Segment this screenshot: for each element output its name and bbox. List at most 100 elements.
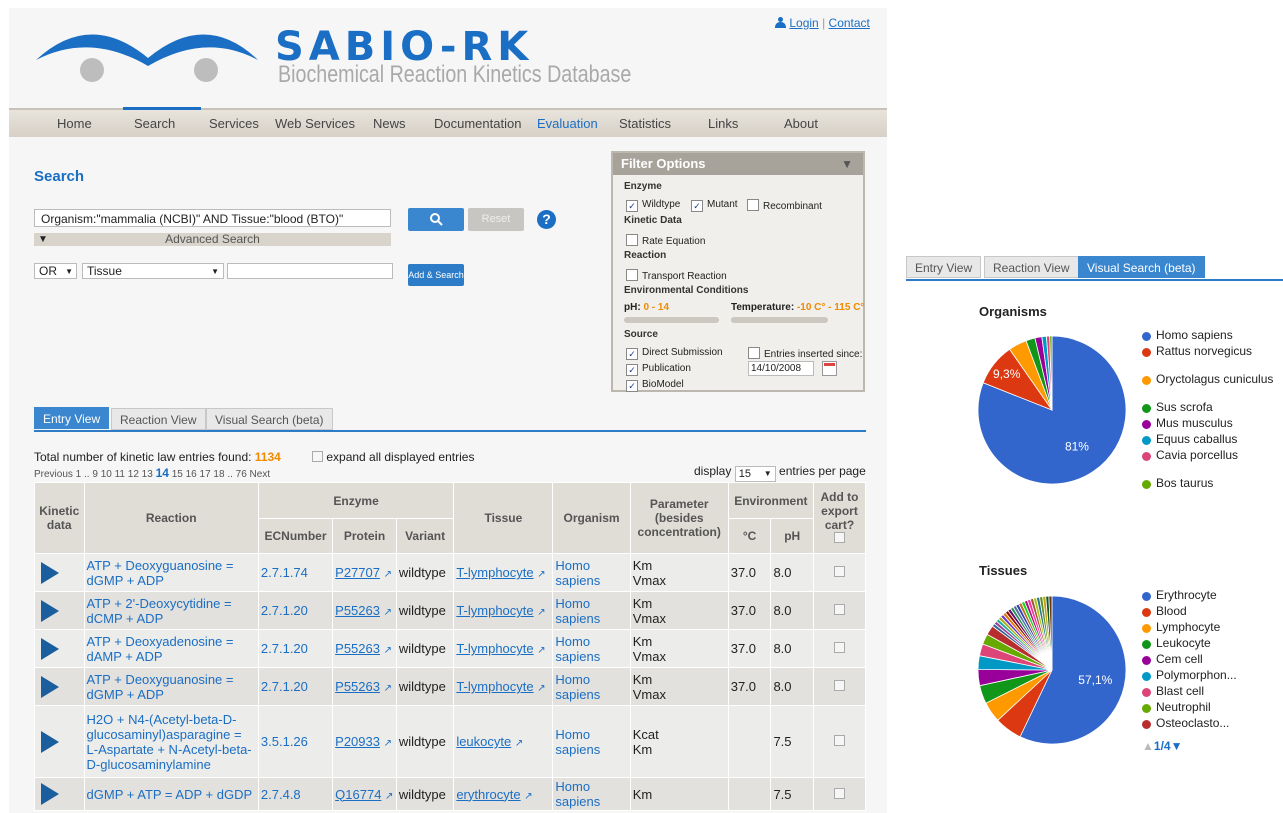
add-search-button[interactable]: Add & Search [408, 264, 464, 286]
legend-item[interactable]: Homo sapiens [1156, 329, 1281, 342]
legend-item[interactable]: Mus musculus [1156, 417, 1281, 430]
page-size-select[interactable]: 15 ▼ [734, 466, 776, 482]
kinetic-cell[interactable] [34, 591, 85, 630]
legend-pager[interactable]: ▲1/4▼ [1142, 739, 1182, 753]
login-link[interactable]: Login [789, 16, 818, 30]
mutant-checkbox[interactable]: ✓ Mutant [691, 199, 738, 212]
pagination-after[interactable]: 15 16 17 18 .. 76 Next [172, 469, 270, 480]
ecnumber-cell[interactable]: 2.7.1.20 [257, 591, 334, 630]
protein-link[interactable]: Q16774 [335, 787, 381, 802]
play-icon[interactable] [41, 637, 59, 660]
date-input[interactable]: 14/10/2008 [748, 361, 814, 376]
tissue-cell[interactable]: erythrocyte ↗ [453, 777, 554, 811]
legend-item[interactable]: Osteoclasto... [1156, 717, 1281, 730]
legend-item[interactable]: Erythrocyte [1156, 589, 1281, 602]
legend-item[interactable]: Oryctolagus cuniculus [1156, 373, 1281, 386]
cart-checkbox[interactable] [834, 604, 845, 615]
nav-about[interactable]: About [784, 116, 818, 131]
expand-all-checkbox[interactable]: expand all displayed entries [312, 450, 474, 464]
external-link-icon[interactable]: ↗ [384, 738, 392, 749]
search-button[interactable] [408, 208, 464, 231]
legend-item[interactable]: Equus caballus [1156, 433, 1281, 446]
external-link-icon[interactable]: ↗ [384, 683, 392, 694]
protein-cell[interactable]: P27707 ↗ [332, 553, 397, 592]
protein-link[interactable]: P27707 [335, 565, 380, 580]
reaction-cell[interactable]: ATP + 2'-Deoxycytidine = dCMP + ADP [83, 591, 259, 630]
publication-checkbox[interactable]: ✓ Publication [626, 363, 691, 376]
kinetic-cell[interactable] [34, 629, 85, 668]
play-icon[interactable] [41, 675, 59, 698]
reaction-cell[interactable]: H2O + N4-(Acetyl-beta-D-glucosaminyl)asp… [83, 705, 259, 778]
tissue-cell[interactable]: leukocyte ↗ [453, 705, 554, 778]
legend-item[interactable]: Blast cell [1156, 685, 1281, 698]
tab-reaction-view-right[interactable]: Reaction View [984, 256, 1079, 278]
filter-header[interactable]: Filter Options ▼ [613, 153, 863, 175]
kinetic-cell[interactable] [34, 705, 85, 778]
legend-item[interactable]: Cem cell [1156, 653, 1281, 666]
ecnumber-cell[interactable]: 3.5.1.26 [257, 705, 334, 778]
protein-cell[interactable]: Q16774 ↗ [332, 777, 397, 811]
protein-cell[interactable]: P55263 ↗ [332, 591, 397, 630]
ecnumber-cell[interactable]: 2.7.1.20 [257, 667, 334, 706]
nav-services[interactable]: Services [209, 116, 259, 131]
direct-submission-checkbox[interactable]: ✓ Direct Submission [626, 347, 723, 360]
contact-link[interactable]: Contact [829, 16, 870, 30]
legend-item[interactable]: Neutrophil [1156, 701, 1281, 714]
tissue-link[interactable]: T-lymphocyte [456, 679, 533, 694]
nav-search[interactable]: Search [134, 116, 175, 131]
kinetic-cell[interactable] [34, 553, 85, 592]
cart-checkbox[interactable] [834, 566, 845, 577]
help-icon[interactable]: ? [537, 210, 556, 229]
query-input[interactable]: Organism:"mammalia (NCBI)" AND Tissue:"b… [34, 209, 391, 227]
kinetic-cell[interactable] [34, 667, 85, 706]
organism-cell[interactable]: Homo sapiens [552, 777, 631, 811]
rate-equation-checkbox[interactable]: Rate Equation [626, 234, 705, 247]
nav-home[interactable]: Home [57, 116, 92, 131]
cart-checkbox[interactable] [834, 680, 845, 691]
organism-cell[interactable]: Homo sapiens [552, 705, 631, 778]
play-icon[interactable] [41, 561, 59, 584]
external-link-icon[interactable]: ↗ [384, 607, 392, 618]
protein-link[interactable]: P55263 [335, 679, 380, 694]
organism-cell[interactable]: Homo sapiens [552, 667, 631, 706]
cart-checkbox[interactable] [834, 735, 845, 746]
legend-item[interactable]: Polymorphon... [1156, 669, 1281, 682]
external-link-icon[interactable]: ↗ [537, 683, 545, 694]
legend-item[interactable]: Rattus norvegicus [1156, 345, 1281, 358]
external-link-icon[interactable]: ↗ [537, 645, 545, 656]
protein-link[interactable]: P55263 [335, 603, 380, 618]
pager-down-icon[interactable]: ▼ [1171, 739, 1183, 753]
organism-cell[interactable]: Homo sapiens [552, 591, 631, 630]
transport-checkbox[interactable]: Transport Reaction [626, 269, 727, 282]
external-link-icon[interactable]: ↗ [524, 791, 532, 802]
advanced-search-toggle[interactable]: ▼ Advanced Search [34, 233, 391, 246]
nav-web-services[interactable]: Web Services [275, 116, 355, 131]
wildtype-checkbox[interactable]: ✓ Wildtype [626, 199, 680, 212]
operator-select[interactable]: OR ▼ [34, 263, 77, 279]
nav-statistics[interactable]: Statistics [619, 116, 671, 131]
tissue-link[interactable]: T-lymphocyte [456, 641, 533, 656]
pagination[interactable]: Previous 1 .. 9 10 11 12 13 14 15 16 17 … [34, 466, 270, 480]
legend-item[interactable]: Lymphocyte [1156, 621, 1281, 634]
ph-slider[interactable] [624, 317, 719, 323]
organism-cell[interactable]: Homo sapiens [552, 629, 631, 668]
tissue-cell[interactable]: T-lymphocyte ↗ [453, 591, 554, 630]
tab-visual-search-right[interactable]: Visual Search (beta) [1078, 256, 1205, 278]
protein-link[interactable]: P20933 [335, 734, 380, 749]
protein-link[interactable]: P55263 [335, 641, 380, 656]
kinetic-cell[interactable] [34, 777, 85, 811]
legend-item[interactable]: Cavia porcellus [1156, 449, 1281, 462]
legend-item[interactable]: Sus scrofa [1156, 401, 1281, 414]
tab-entry-view-right[interactable]: Entry View [906, 256, 982, 278]
external-link-icon[interactable]: ↗ [537, 569, 545, 580]
cart-checkbox[interactable] [834, 787, 845, 799]
tissues-pie-chart[interactable]: 57,1% [975, 593, 1130, 748]
legend-item[interactable]: Leukocyte [1156, 637, 1281, 650]
reset-button[interactable]: Reset [468, 208, 524, 231]
organisms-pie-chart[interactable]: 81% 9,3% [975, 333, 1130, 488]
external-link-icon[interactable]: ↗ [384, 569, 392, 580]
select-all-checkbox[interactable] [834, 532, 845, 543]
tab-visual-search[interactable]: Visual Search (beta) [206, 408, 333, 430]
tab-entry-view[interactable]: Entry View [34, 407, 110, 429]
tissue-link[interactable]: leukocyte [456, 734, 511, 749]
